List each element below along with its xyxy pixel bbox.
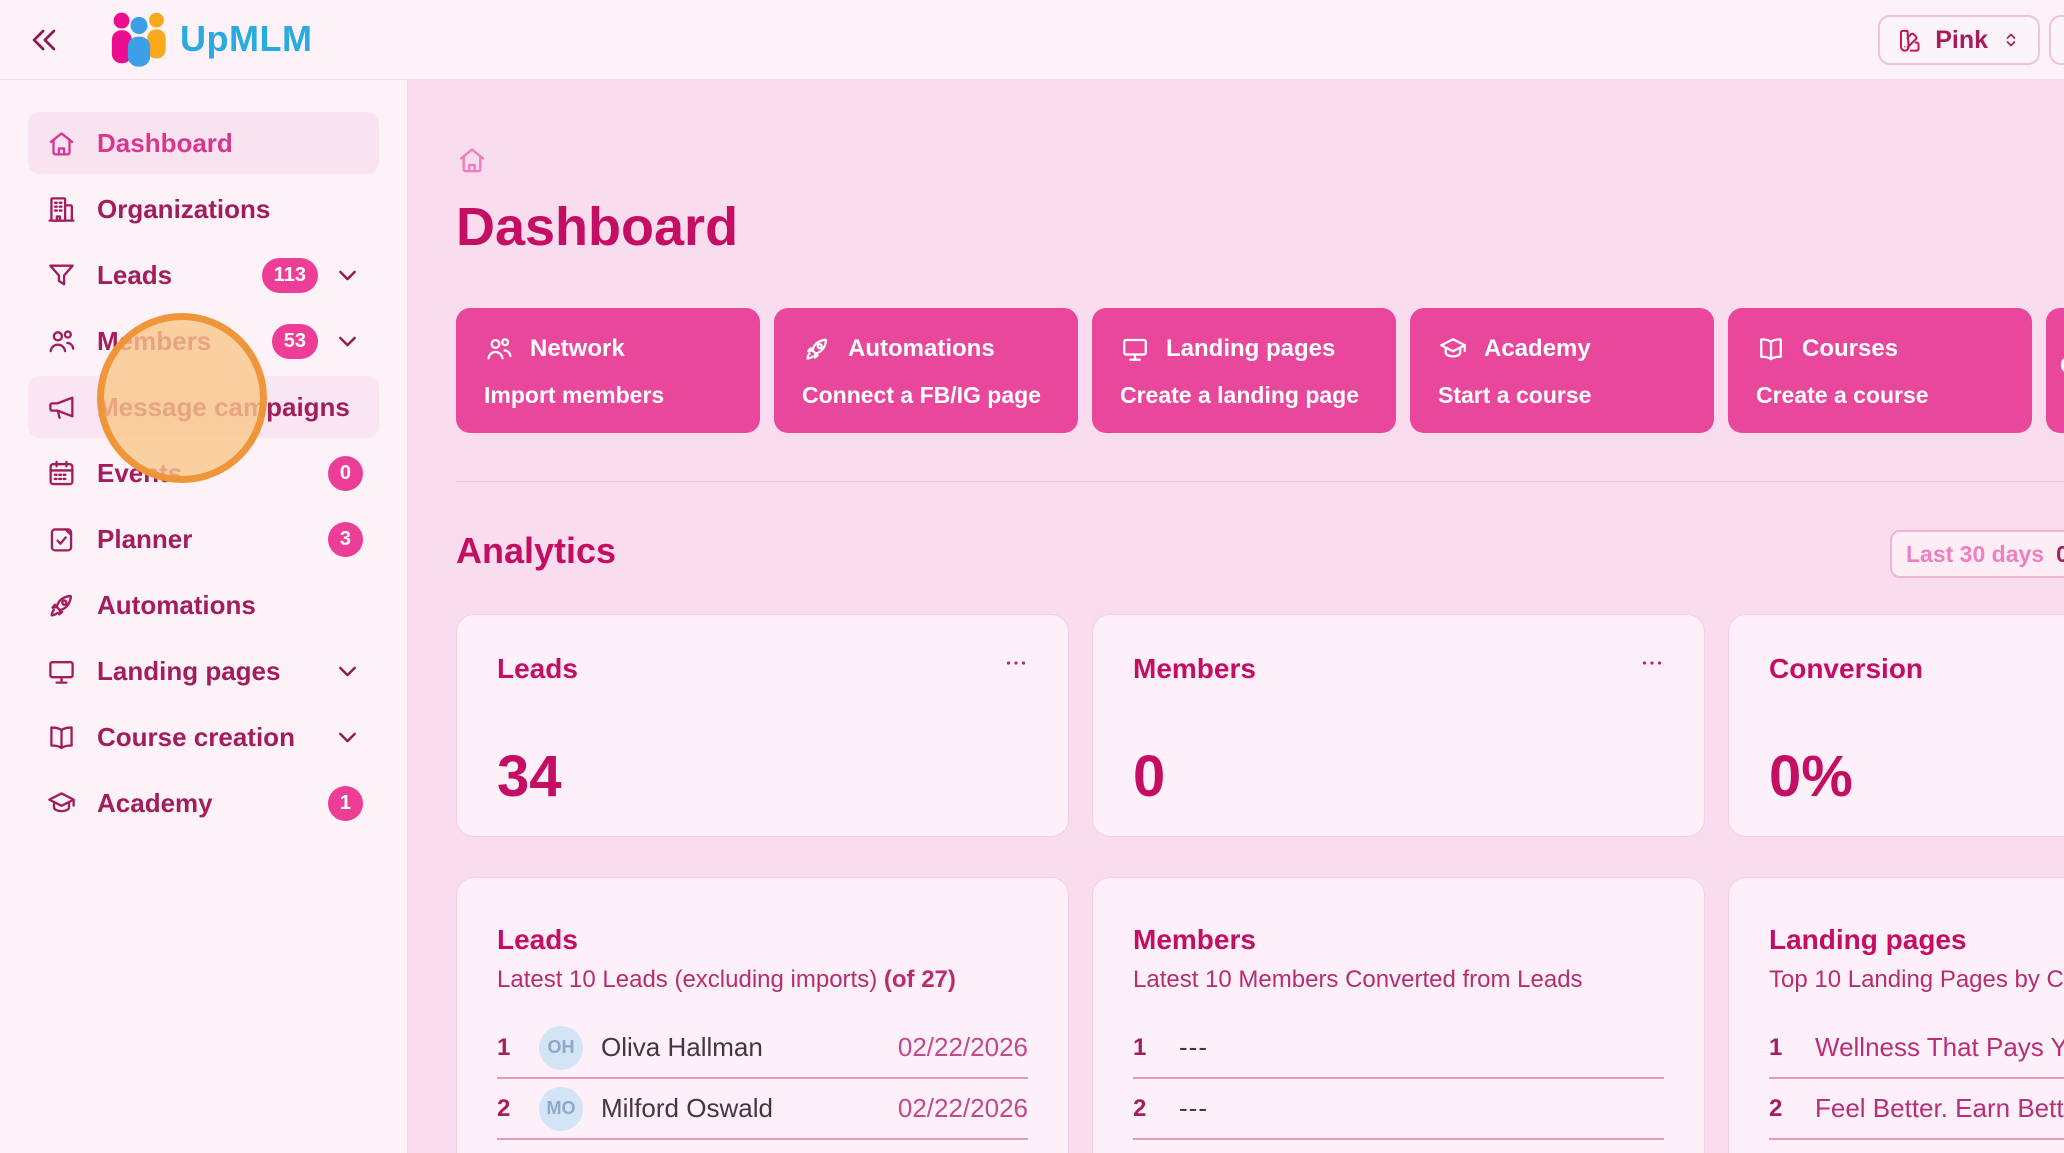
- conversion-stat-value: 0%: [1769, 743, 1853, 810]
- book-icon: [1756, 334, 1786, 364]
- gradcap-icon: [46, 788, 77, 819]
- sidebar-item-organizations[interactable]: Organizations: [28, 178, 379, 240]
- member-row[interactable]: 1 ---: [1133, 1018, 1664, 1079]
- members-stat-value: 0: [1133, 743, 1165, 810]
- sidebar-item-dashboard[interactable]: Dashboard: [28, 112, 379, 174]
- more-menu-icon[interactable]: [1634, 651, 1670, 675]
- list-card-landing-pages: Landing pages Top 10 Landing Pages by Co…: [1728, 877, 2064, 1153]
- lead-row[interactable]: 2 MO Milford Oswald 02/22/2026: [497, 1079, 1028, 1140]
- stat-card-members: Members 0: [1092, 614, 1705, 837]
- lead-row[interactable]: 1 OH Oliva Hallman 02/22/2026: [497, 1018, 1028, 1079]
- members-count-badge: 53: [272, 324, 318, 359]
- sidebar-item-events[interactable]: Events 0: [28, 442, 379, 504]
- monitor-icon: [46, 656, 77, 687]
- app-title: UpMLM: [180, 18, 312, 60]
- sidebar-item-academy[interactable]: Academy 1: [28, 772, 379, 834]
- chevron-down-icon[interactable]: [332, 722, 363, 753]
- people-icon: [46, 326, 77, 357]
- chevron-down-icon[interactable]: [332, 260, 363, 291]
- analytics-header: Analytics Last 30 days 01/2: [456, 530, 2064, 582]
- sidebar: Dashboard Organizations Leads 113 Member…: [0, 80, 408, 1153]
- sidebar-item-landing-pages[interactable]: Landing pages: [28, 640, 379, 702]
- sidebar-item-message-campaigns[interactable]: Message campaigns: [28, 376, 379, 438]
- academy-count-badge: 1: [328, 786, 363, 821]
- logo-people-icon: [108, 10, 170, 68]
- theme-selector[interactable]: Pink: [1878, 15, 2040, 65]
- quick-action-landing-pages[interactable]: Landing pages Create a landing page: [1092, 308, 1396, 433]
- date-range-label: Last 30 days: [1906, 541, 2044, 568]
- sidebar-item-planner[interactable]: Planner 3: [28, 508, 379, 570]
- quick-action-academy[interactable]: Academy Start a course: [1410, 308, 1714, 433]
- home-icon: [46, 128, 77, 159]
- member-row[interactable]: 2 ---: [1133, 1079, 1664, 1140]
- chevron-updown-icon: [2000, 29, 2022, 51]
- gradcap-icon: [1438, 334, 1468, 364]
- planner-count-badge: 3: [328, 522, 363, 557]
- rocket-icon: [802, 334, 832, 364]
- sidebar-item-automations[interactable]: Automations: [28, 574, 379, 636]
- building-icon: [46, 194, 77, 225]
- leads-count-badge: 113: [262, 258, 318, 293]
- landing-list-subtitle: Top 10 Landing Pages by Convers: [1769, 966, 2064, 994]
- swatch-icon: [1896, 27, 1923, 54]
- leads-list-subtitle: Latest 10 Leads (excluding imports) (of …: [497, 966, 1028, 994]
- lists-row: Leads Latest 10 Leads (excluding imports…: [456, 877, 2064, 1153]
- date-range-value: 01/2: [2056, 541, 2064, 568]
- monitor-icon: [1120, 334, 1150, 364]
- avatar: MO: [539, 1087, 583, 1131]
- more-menu-icon[interactable]: [998, 651, 1034, 675]
- stat-card-leads: Leads 34: [456, 614, 1069, 837]
- theme-selected-value: Pink: [1935, 26, 1988, 55]
- list-card-leads: Leads Latest 10 Leads (excluding imports…: [456, 877, 1069, 1153]
- sidebar-item-course-creation[interactable]: Course creation: [28, 706, 379, 768]
- megaphone-icon: [46, 392, 77, 423]
- avatar: OH: [539, 1026, 583, 1070]
- funnel-icon: [46, 260, 77, 291]
- landing-page-row[interactable]: 1 Wellness That Pays You Back: [1769, 1018, 2064, 1079]
- top-bar: UpMLM Pink: [0, 0, 2064, 80]
- people-icon: [484, 334, 514, 364]
- sidebar-item-leads[interactable]: Leads 113: [28, 244, 379, 306]
- chevron-down-icon[interactable]: [332, 326, 363, 357]
- date-range-selector[interactable]: Last 30 days 01/2: [1890, 530, 2064, 578]
- quick-actions-row: Network Import members Automations Conne…: [456, 308, 2064, 433]
- events-count-badge: 0: [328, 456, 363, 491]
- book-icon: [46, 722, 77, 753]
- quick-action-network[interactable]: Network Import members: [456, 308, 760, 433]
- members-list-subtitle: Latest 10 Members Converted from Leads: [1133, 966, 1664, 994]
- stats-row: Leads 34 Members 0 Conversion 0%: [456, 614, 2064, 837]
- app-logo: UpMLM: [108, 10, 312, 68]
- page-title: Dashboard: [456, 196, 2064, 258]
- rocket-icon: [46, 590, 77, 621]
- stat-card-conversion: Conversion 0%: [1728, 614, 2064, 837]
- calendar-icon: [46, 458, 77, 489]
- quick-action-courses[interactable]: Courses Create a course: [1728, 308, 2032, 433]
- leads-stat-value: 34: [497, 743, 562, 810]
- main-content: Dashboard Network Import members Automat…: [408, 80, 2064, 1153]
- chevron-down-icon[interactable]: [332, 656, 363, 687]
- quick-action-partial[interactable]: C: [2046, 308, 2064, 433]
- breadcrumb-home-icon[interactable]: [456, 144, 488, 176]
- section-divider: [456, 481, 2064, 482]
- sidebar-item-members[interactable]: Members 53: [28, 310, 379, 372]
- list-card-members: Members Latest 10 Members Converted from…: [1092, 877, 1705, 1153]
- landing-page-row[interactable]: 2 Feel Better. Earn Better.: [1769, 1079, 2064, 1140]
- planner-icon: [46, 524, 77, 555]
- collapse-sidebar-button[interactable]: [26, 22, 62, 58]
- quick-action-automations[interactable]: Automations Connect a FB/IG page: [774, 308, 1078, 433]
- partial-toolbar-button[interactable]: [2049, 15, 2064, 65]
- analytics-heading: Analytics: [456, 530, 2064, 572]
